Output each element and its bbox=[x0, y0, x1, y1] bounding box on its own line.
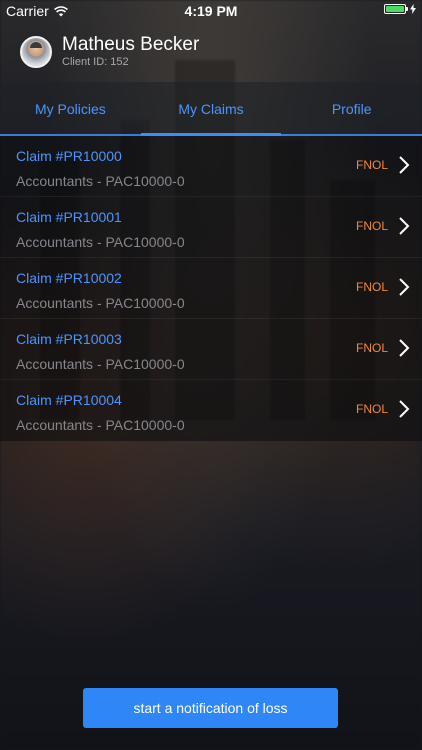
claim-status: FNOL bbox=[355, 219, 388, 233]
claim-subtitle: Accountants - PAC10000-0 bbox=[16, 356, 185, 372]
claim-title: Claim #PR10003 bbox=[16, 331, 122, 347]
status-right bbox=[384, 4, 416, 14]
claim-status: FNOL bbox=[355, 158, 388, 172]
chevron-right-icon bbox=[399, 400, 410, 418]
charging-icon bbox=[410, 4, 416, 14]
tab-profile[interactable]: Profile bbox=[281, 82, 422, 136]
claim-title: Claim #PR10001 bbox=[16, 209, 122, 225]
claim-status: FNOL bbox=[355, 341, 388, 355]
claim-subtitle: Accountants - PAC10000-0 bbox=[16, 234, 185, 250]
avatar[interactable] bbox=[20, 36, 52, 68]
claim-row[interactable]: Claim #PR10000 Accountants - PAC10000-0 … bbox=[0, 136, 422, 197]
claim-status: FNOL bbox=[355, 402, 388, 416]
user-name: Matheus Becker bbox=[62, 34, 200, 55]
claim-status: FNOL bbox=[355, 280, 388, 294]
claim-title: Claim #PR10002 bbox=[16, 270, 122, 286]
claim-title: Claim #PR10000 bbox=[16, 148, 122, 164]
claim-subtitle: Accountants - PAC10000-0 bbox=[16, 173, 185, 189]
chevron-right-icon bbox=[399, 217, 410, 235]
claim-row[interactable]: Claim #PR10003 Accountants - PAC10000-0 … bbox=[0, 319, 422, 380]
claim-row[interactable]: Claim #PR10004 Accountants - PAC10000-0 … bbox=[0, 380, 422, 441]
chevron-right-icon bbox=[399, 339, 410, 357]
start-notification-of-loss-button[interactable]: start a notification of loss bbox=[83, 688, 338, 728]
claim-row[interactable]: Claim #PR10001 Accountants - PAC10000-0 … bbox=[0, 197, 422, 258]
status-bar: Carrier 4:19 PM bbox=[0, 0, 422, 22]
claim-subtitle: Accountants - PAC10000-0 bbox=[16, 295, 185, 311]
tab-bar: My Policies My Claims Profile bbox=[0, 82, 422, 136]
tab-my-claims[interactable]: My Claims bbox=[140, 82, 282, 136]
battery-icon bbox=[384, 4, 408, 14]
claim-subtitle: Accountants - PAC10000-0 bbox=[16, 417, 185, 433]
claim-row[interactable]: Claim #PR10002 Accountants - PAC10000-0 … bbox=[0, 258, 422, 319]
claim-title: Claim #PR10004 bbox=[16, 392, 122, 408]
chevron-right-icon bbox=[399, 156, 410, 174]
user-header: Matheus Becker Client ID: 152 bbox=[0, 28, 422, 78]
chevron-right-icon bbox=[399, 278, 410, 296]
tab-my-policies[interactable]: My Policies bbox=[0, 82, 141, 136]
claims-list: Claim #PR10000 Accountants - PAC10000-0 … bbox=[0, 136, 422, 441]
client-id: Client ID: 152 bbox=[62, 56, 129, 68]
status-time: 4:19 PM bbox=[184, 3, 238, 19]
